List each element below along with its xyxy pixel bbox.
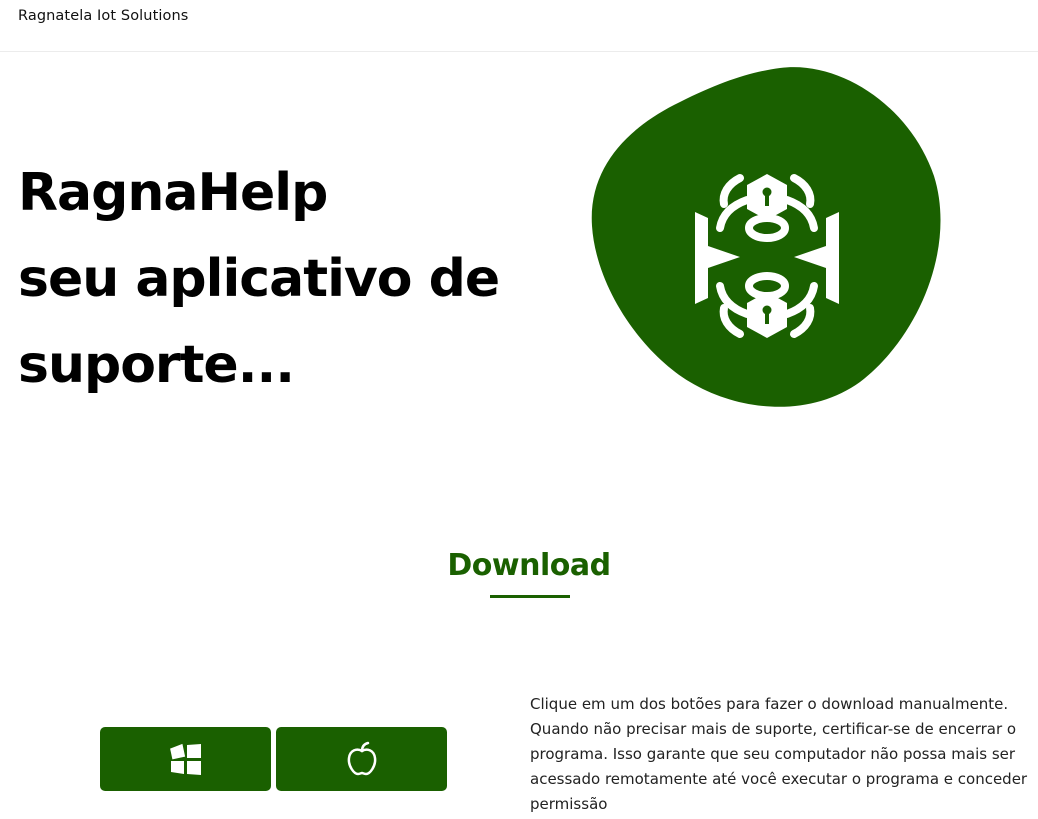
green-blob-shape: [591, 67, 941, 407]
hero-title: RagnaHelp seu aplicativo de suporte...: [18, 150, 558, 408]
hero-title-line: RagnaHelp: [18, 163, 328, 223]
download-section-title: Download: [447, 548, 611, 583]
brand-link[interactable]: Ragnatela Iot Solutions: [18, 8, 188, 24]
hero-illustration: [590, 66, 944, 410]
section-underline: [490, 595, 570, 598]
hero-title-line: suporte...: [18, 335, 295, 395]
download-apple-button[interactable]: [276, 727, 447, 791]
page: Ragnatela Iot Solutions RagnaHelp seu ap…: [0, 0, 1038, 819]
hero-title-line: seu aplicativo de: [18, 249, 500, 309]
navbar: Ragnatela Iot Solutions: [0, 0, 1038, 52]
windows-icon: [169, 743, 201, 775]
download-windows-button[interactable]: [100, 727, 271, 791]
download-instructions: Clique em um dos botões para fazer o dow…: [530, 695, 1028, 813]
apple-icon: [347, 741, 376, 776]
